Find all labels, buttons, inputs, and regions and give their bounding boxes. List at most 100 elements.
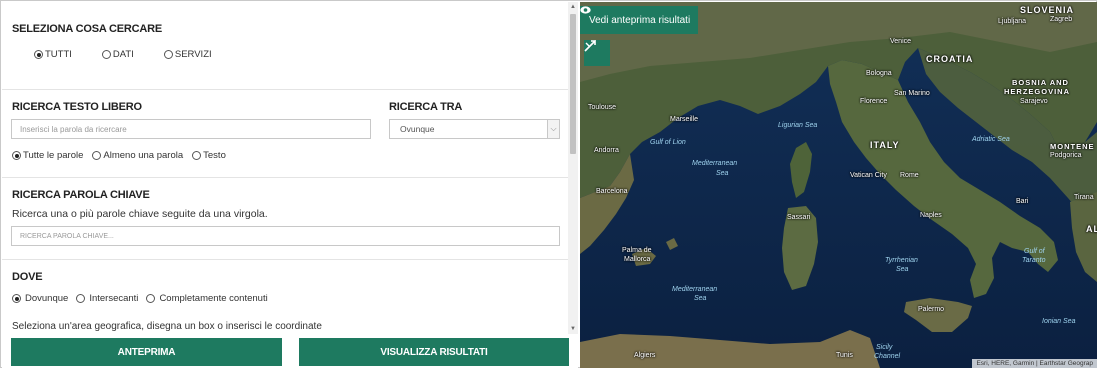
radio-dovunque-label: Dovunque <box>25 293 69 304</box>
scroll-down-icon[interactable]: ▼ <box>568 324 578 334</box>
map-label-florence: Florence <box>860 98 888 105</box>
radio-servizi-indicator[interactable] <box>163 50 173 59</box>
map-label-andorra: Andorra <box>594 147 619 154</box>
radio-testo[interactable]: Testo <box>192 150 226 161</box>
radio-almeno-indicator[interactable] <box>92 151 102 160</box>
radio-testo-indicator[interactable] <box>192 151 202 160</box>
map-label-ligurian-sea: Ligurian Sea <box>778 122 818 129</box>
search-type-title: SELEZIONA COSA CERCARE <box>12 23 163 35</box>
view-results-button[interactable]: VISUALIZZA RISULTATI <box>299 338 569 366</box>
where-title: DOVE <box>12 271 43 283</box>
map-label-ljubljana: Ljubljana <box>998 18 1027 25</box>
map-label-mediterranean-1b: Sea <box>716 170 729 177</box>
map-label-tyrrhenian-2: Sea <box>896 266 909 273</box>
radio-dati-indicator[interactable] <box>101 50 111 59</box>
where-options: Dovunque Intersecanti Completamente cont… <box>12 293 282 304</box>
radio-dati[interactable]: DATI <box>101 49 134 60</box>
map-label-vatican-city: Vatican City <box>850 172 887 179</box>
free-text-options: Tutte le parole Almeno una parola Testo <box>12 150 240 161</box>
preview-results-label: Vedi anteprima risultati <box>589 14 691 26</box>
search-in-select[interactable]: Ovunque ⌵ <box>389 119 560 139</box>
preview-results-map-button[interactable]: Vedi anteprima risultati <box>580 6 699 34</box>
map-label-albania: AL <box>1086 224 1097 234</box>
radio-intersecanti-indicator[interactable] <box>76 294 86 303</box>
map-label-adriatic-sea: Adriatic Sea <box>972 136 1010 143</box>
radio-tutte-indicator[interactable] <box>12 151 21 160</box>
map-label-rome: Rome <box>900 172 919 179</box>
keyword-input[interactable]: RICERCA PAROLA CHIAVE... <box>11 226 560 246</box>
satellite-map-image <box>580 2 1097 368</box>
map-label-sarajevo: Sarajevo <box>1020 98 1048 105</box>
scrollbar-thumb[interactable] <box>570 14 576 154</box>
radio-almeno-una-parola[interactable]: Almeno una parola <box>92 150 183 161</box>
map-label-taranto-1: Gulf of <box>1024 248 1045 255</box>
keyword-title: RICERCA PAROLA CHIAVE <box>12 189 150 201</box>
chevron-down-icon[interactable]: ⌵ <box>547 120 559 138</box>
map-label-bosnia-2: HERZEGOVINA <box>1004 87 1071 96</box>
radio-servizi[interactable]: SERVIZI <box>163 49 212 60</box>
map-label-tyrrhenian-1: Tyrrhenian <box>885 257 918 264</box>
radio-tutte-label: Tutte le parole <box>23 150 84 161</box>
scroll-up-icon[interactable]: ▲ <box>568 2 578 12</box>
radio-testo-label: Testo <box>203 150 226 161</box>
map-label-venice: Venice <box>890 38 912 45</box>
form-scrollbar[interactable]: ▲ ▼ <box>568 2 578 334</box>
search-type-options: TUTTI DATI SERVIZI <box>34 49 226 60</box>
radio-tutti[interactable]: TUTTI <box>34 49 72 60</box>
map-label-sicily-channel-1: Sicily <box>876 344 893 351</box>
keyword-section: RICERCA PAROLA CHIAVE Ricerca una o più … <box>2 178 568 260</box>
search-type-section: SELEZIONA COSA CERCARE TUTTI DATI SERVIZ… <box>2 2 568 90</box>
map-view[interactable]: SLOVENIA Ljubljana Zagreb Venice CROATIA… <box>580 2 1097 368</box>
radio-dovunque[interactable]: Dovunque <box>12 293 68 304</box>
radio-intersecanti-label: Intersecanti <box>89 293 139 304</box>
search-in-selected-value: Ovunque <box>400 124 435 134</box>
map-label-marseille: Marseille <box>670 116 699 123</box>
radio-dati-label: DATI <box>112 49 134 60</box>
radio-completamente-label: Completamente contenuti <box>159 293 268 304</box>
app-frame: SELEZIONA COSA CERCARE TUTTI DATI SERVIZ… <box>0 0 1097 368</box>
keyword-description: Ricerca una o più parole chiave seguite … <box>12 208 268 220</box>
search-in-title: RICERCA TRA <box>389 101 463 113</box>
map-label-toulouse: Toulouse <box>588 104 617 111</box>
map-label-zagreb: Zagreb <box>1050 16 1073 23</box>
map-attribution: Esri, HERE, Garmin | Earthstar Geograp <box>972 359 1097 368</box>
radio-intersecanti[interactable]: Intersecanti <box>76 293 138 304</box>
radio-servizi-label: SERVIZI <box>174 49 212 60</box>
map-label-italy: ITALY <box>870 140 900 150</box>
map-label-naples: Naples <box>920 212 942 219</box>
radio-tutte-le-parole[interactable]: Tutte le parole <box>12 150 83 161</box>
where-description: Seleziona un'area geografica, disegna un… <box>12 321 322 332</box>
radio-completamente-contenuti[interactable]: Completamente contenuti <box>146 293 268 304</box>
map-label-montenegro: MONTENE <box>1050 142 1095 151</box>
map-label-palma-1: Palma de <box>622 247 652 254</box>
free-text-input[interactable]: Inserisci la parola da ricercare <box>11 119 371 139</box>
map-label-taranto-2: Taranto <box>1022 257 1046 264</box>
radio-almeno-label: Almeno una parola <box>103 150 184 161</box>
map-label-palermo: Palermo <box>918 306 945 313</box>
map-label-tunis: Tunis <box>836 352 853 359</box>
map-label-palma-2: Mallorca <box>624 256 651 263</box>
radio-dovunque-indicator[interactable] <box>12 294 21 303</box>
map-label-algiers: Algiers <box>634 352 656 359</box>
map-label-barcelona: Barcelona <box>596 188 628 195</box>
map-label-croatia: CROATIA <box>926 54 974 64</box>
search-form-scroll-area[interactable]: SELEZIONA COSA CERCARE TUTTI DATI SERVIZ… <box>2 2 568 334</box>
map-label-sicily-channel-2: Channel <box>874 353 901 360</box>
map-label-slovenia: SLOVENIA <box>1020 5 1075 15</box>
free-text-title: RICERCA TESTO LIBERO <box>12 101 142 113</box>
search-panel: SELEZIONA COSA CERCARE TUTTI DATI SERVIZ… <box>2 2 578 368</box>
preview-button[interactable]: ANTEPRIMA <box>11 338 282 366</box>
map-label-san-marino: San Marino <box>894 90 930 97</box>
map-label-bari: Bari <box>1016 198 1029 205</box>
map-label-mediterranean-2b: Sea <box>694 295 707 302</box>
map-label-tirana: Tirana <box>1074 194 1094 201</box>
map-label-sassari: Sassari <box>787 214 811 221</box>
radio-tutti-label: TUTTI <box>45 49 72 60</box>
free-text-section: RICERCA TESTO LIBERO Inserisci la parola… <box>2 90 568 178</box>
radio-completamente-indicator[interactable] <box>146 294 156 303</box>
draw-tool-button[interactable] <box>584 40 610 66</box>
radio-tutti-indicator[interactable] <box>34 50 43 59</box>
map-label-mediterranean-1: Mediterranean <box>692 160 738 167</box>
where-section: DOVE Dovunque Intersecanti Completamente… <box>2 260 568 334</box>
map-label-podgorica: Podgorica <box>1050 152 1082 159</box>
